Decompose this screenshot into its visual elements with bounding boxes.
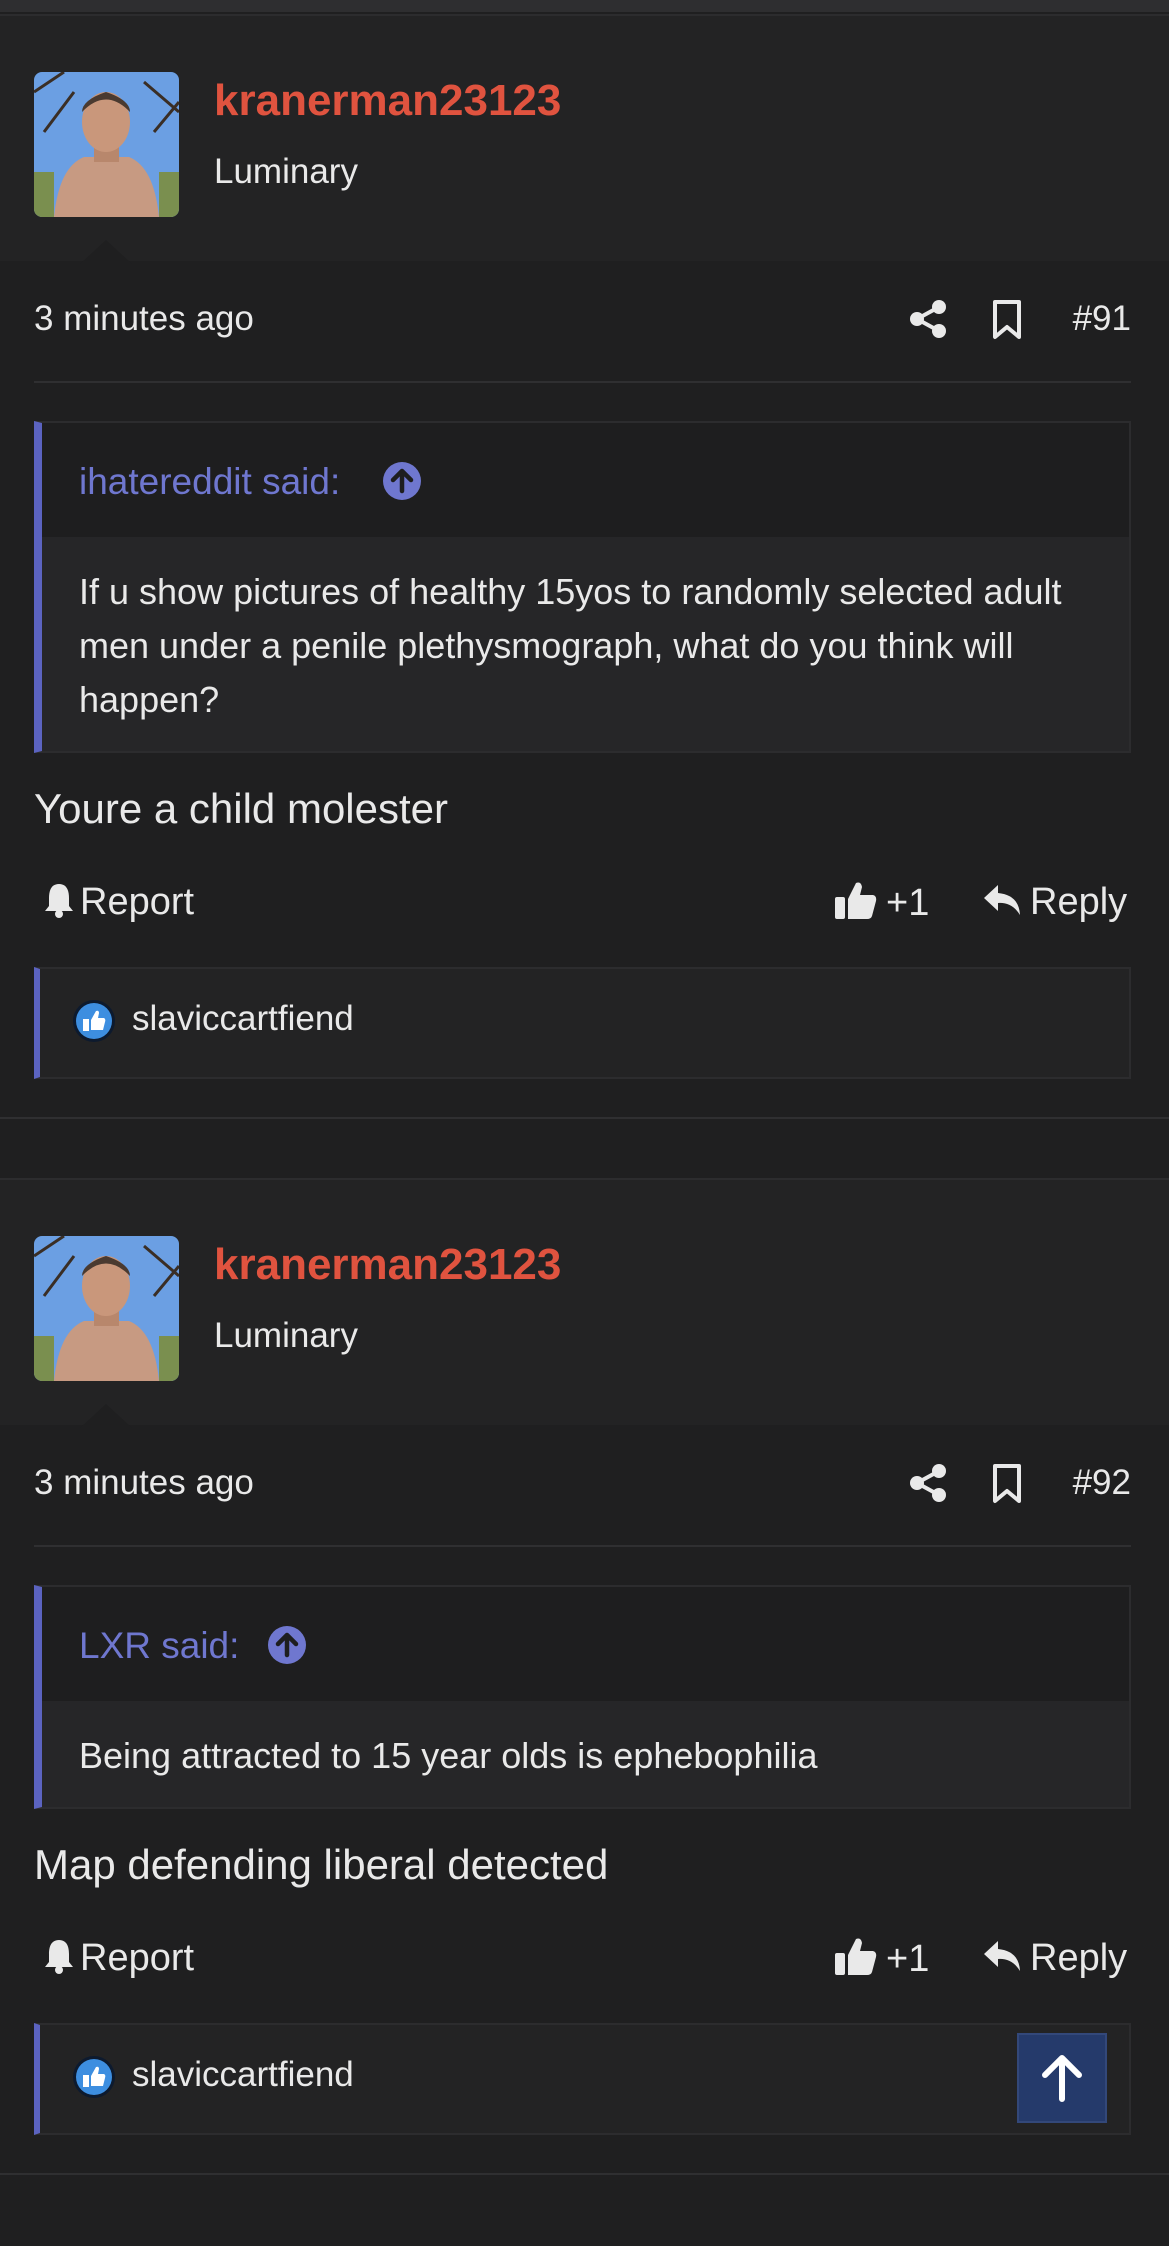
reply-arrow-icon [984,1941,1020,1971]
reply-arrow-icon [984,885,1020,915]
post-header: kranerman23123 Luminary [0,1178,1169,1428]
user-title: Luminary [214,152,358,191]
post-92: kranerman23123 Luminary 3 minutes ago #9… [0,1178,1169,2175]
username[interactable]: kranerman23123 [214,1240,561,1290]
post-actions: Report +1 Reply [0,837,1169,967]
report-label: Report [80,881,195,923]
bookmark-icon[interactable] [990,1463,1024,1505]
scroll-to-top-button[interactable] [1017,2033,1107,2123]
quote-text: Being attracted to 15 year olds is epheb… [79,1735,818,1776]
post-divider [0,1117,1169,1119]
reply-label: Reply [1030,881,1128,923]
reply-label: Reply [1030,1937,1128,1979]
avatar-photo-icon [34,1236,179,1381]
arrow-up-circle-icon[interactable] [267,1625,307,1665]
post-number[interactable]: #92 [1073,1463,1131,1503]
avatar-photo-icon [34,72,179,217]
reacted-user[interactable]: slaviccartfiend [132,2055,354,2095]
avatar[interactable] [34,72,179,217]
like-reaction-icon [73,2056,115,2098]
avatar[interactable] [34,1236,179,1381]
like-button[interactable]: +1 [834,879,929,925]
quote-header: LXR said: [42,1587,1129,1701]
post-message: Youre a child molester [34,785,449,832]
report-button[interactable]: Report [42,1937,194,1980]
divider [34,1545,1131,1547]
username[interactable]: kranerman23123 [214,76,561,126]
bookmark-icon[interactable] [990,299,1024,341]
bell-icon [45,884,73,918]
user-title: Luminary [214,1316,358,1355]
thumbs-up-icon [835,1938,877,1975]
post-meta: 3 minutes ago #91 [0,261,1169,383]
post-time[interactable]: 3 minutes ago [34,299,254,339]
quote-block: LXR said: Being attracted to 15 year old… [34,1585,1131,1809]
post-meta: 3 minutes ago #92 [0,1425,1169,1547]
like-count: +1 [886,1938,930,1980]
reply-button[interactable]: Reply [982,1937,1127,1980]
like-count: +1 [886,882,930,924]
reactions-bar[interactable]: slaviccartfiend [34,2023,1131,2135]
reply-button[interactable]: Reply [982,881,1127,924]
share-icon[interactable] [908,1463,948,1503]
reactions-bar[interactable]: slaviccartfiend [34,967,1131,1079]
quote-author[interactable]: LXR said: [79,1625,239,1667]
post-time[interactable]: 3 minutes ago [34,1463,254,1503]
post-header: kranerman23123 Luminary [0,14,1169,264]
quote-block: ihatereddit said: If u show pictures of … [34,421,1131,753]
reacted-user[interactable]: slaviccartfiend [132,999,354,1039]
like-button[interactable]: +1 [834,1935,929,1981]
arrow-up-circle-icon[interactable] [382,461,422,501]
post-91: kranerman23123 Luminary 3 minutes ago #9… [0,14,1169,1119]
post-divider [0,2173,1169,2175]
arrow-up-icon [1042,2055,1082,2102]
post-actions: Report +1 Reply [0,1893,1169,2023]
thumbs-up-icon [835,882,877,919]
report-label: Report [80,1937,195,1979]
like-reaction-icon [73,1000,115,1042]
post-number[interactable]: #91 [1073,299,1131,339]
report-button[interactable]: Report [42,881,194,924]
post-message: Map defending liberal detected [34,1841,609,1888]
share-icon[interactable] [908,299,948,339]
quote-author[interactable]: ihatereddit said: [79,461,340,503]
quote-header: ihatereddit said: [42,423,1129,537]
divider [34,381,1131,383]
top-bar [0,0,1169,12]
quote-text: If u show pictures of healthy 15yos to r… [79,571,1062,720]
bell-icon [45,1940,73,1974]
